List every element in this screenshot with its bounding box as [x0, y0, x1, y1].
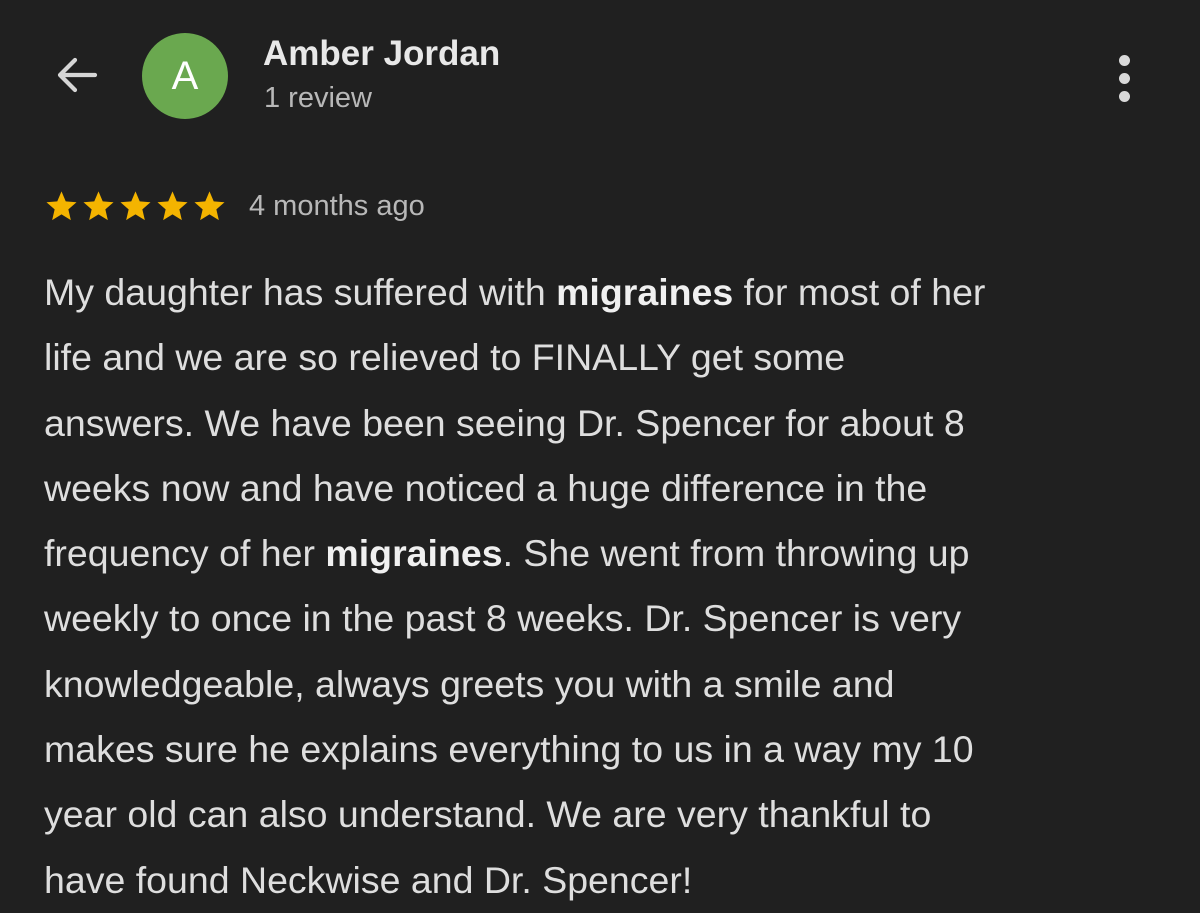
review-text-line: year old can also understand. We are ver…: [44, 782, 1164, 847]
review-text-line: frequency of her migraines. She went fro…: [44, 521, 1164, 586]
review-text-line: life and we are so relieved to FINALLY g…: [44, 325, 1164, 390]
review-text-line: weeks now and have noticed a huge differ…: [44, 456, 1164, 521]
rating-row: 4 months ago: [44, 183, 425, 229]
review-text-segment: for most of her: [733, 271, 986, 313]
review-text-segment: life and we are so relieved to FINALLY g…: [44, 336, 846, 379]
review-text-segment: have found Neckwise and Dr. Spencer!: [44, 858, 693, 901]
review-count: 1 review: [264, 82, 372, 114]
review-text-segment: My daughter has suffered with: [44, 271, 557, 313]
star-icon: [44, 189, 79, 224]
review-text-segment: frequency of her: [44, 532, 326, 575]
review-text-segment: weekly to once in the past 8 weeks. Dr. …: [44, 597, 962, 640]
review-text-segment: makes sure he explains everything to us …: [44, 728, 974, 771]
review-text-line: knowledgeable, always greets you with a …: [44, 652, 1164, 717]
review-text-segment: answers. We have been seeing Dr. Spencer…: [44, 401, 965, 444]
review-text-segment: year old can also understand. We are ver…: [44, 793, 932, 836]
highlighted-term: migraines: [325, 532, 503, 575]
review-timestamp: 4 months ago: [249, 189, 425, 222]
review-text-segment: knowledgeable, always greets you with a …: [44, 662, 895, 705]
more-vert-icon-dot-3: [1118, 90, 1130, 102]
review-text-line: weekly to once in the past 8 weeks. Dr. …: [44, 586, 1164, 651]
highlighted-term: migraines: [556, 271, 734, 313]
star-icon: [81, 189, 116, 224]
arrow-back-icon: [53, 51, 101, 104]
more-vert-icon-dot-1: [1118, 54, 1130, 66]
review-header: A Amber Jordan 1 review: [0, 0, 1200, 150]
more-options-button[interactable]: [1102, 48, 1146, 108]
review-text-line: makes sure he explains everything to us …: [44, 717, 1164, 782]
review-text-segment: weeks now and have noticed a huge differ…: [44, 466, 928, 509]
reviewer-name[interactable]: Amber Jordan: [263, 34, 500, 74]
star-icon: [155, 189, 190, 224]
star-icon: [118, 189, 153, 224]
review-text-line: answers. We have been seeing Dr. Spencer…: [44, 391, 1164, 456]
review-text-segment: . She went from throwing up: [502, 532, 970, 575]
more-vert-icon-dot-2: [1118, 72, 1130, 84]
back-button[interactable]: [50, 52, 104, 102]
star-rating: [44, 189, 227, 224]
review-text-line: have found Neckwise and Dr. Spencer!: [44, 848, 1164, 913]
avatar[interactable]: A: [142, 33, 228, 119]
review-text-line: My daughter has suffered with migraines …: [44, 260, 1164, 325]
avatar-initial: A: [171, 54, 199, 98]
review-text: My daughter has suffered with migraines …: [44, 260, 1164, 913]
star-icon: [192, 189, 227, 224]
